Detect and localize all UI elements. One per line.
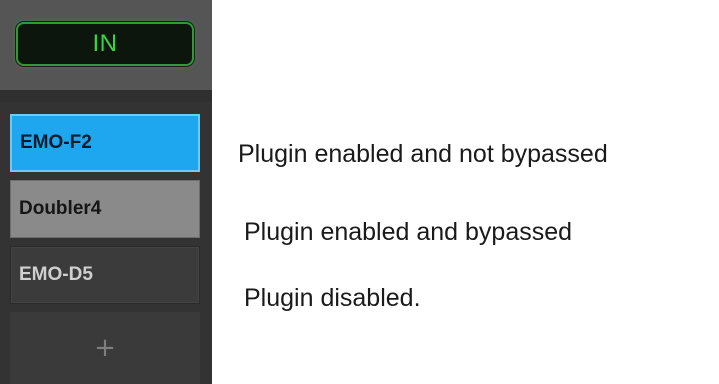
annotation-enabled-not-bypassed: Plugin enabled and not bypassed bbox=[238, 140, 608, 168]
input-button[interactable]: IN bbox=[16, 22, 194, 66]
plugin-slot-label: EMO-F2 bbox=[20, 132, 92, 153]
plugin-slot-label: Doubler4 bbox=[19, 198, 102, 219]
annotation-enabled-bypassed: Plugin enabled and bypassed bbox=[244, 218, 573, 246]
plugin-slot-doubler4[interactable]: Doubler4 bbox=[10, 180, 200, 238]
annotation-disabled: Plugin disabled. bbox=[244, 284, 421, 312]
plus-icon: + bbox=[94, 333, 116, 363]
plugin-slot-emo-d5[interactable]: EMO-D5 bbox=[10, 246, 200, 304]
input-button-label: IN bbox=[92, 30, 118, 57]
rack-divider bbox=[0, 90, 212, 102]
add-plugin-button[interactable]: + bbox=[10, 312, 200, 384]
plugin-slot-label: EMO-D5 bbox=[19, 264, 93, 285]
plugin-slot-emo-f2[interactable]: EMO-F2 bbox=[10, 114, 200, 172]
